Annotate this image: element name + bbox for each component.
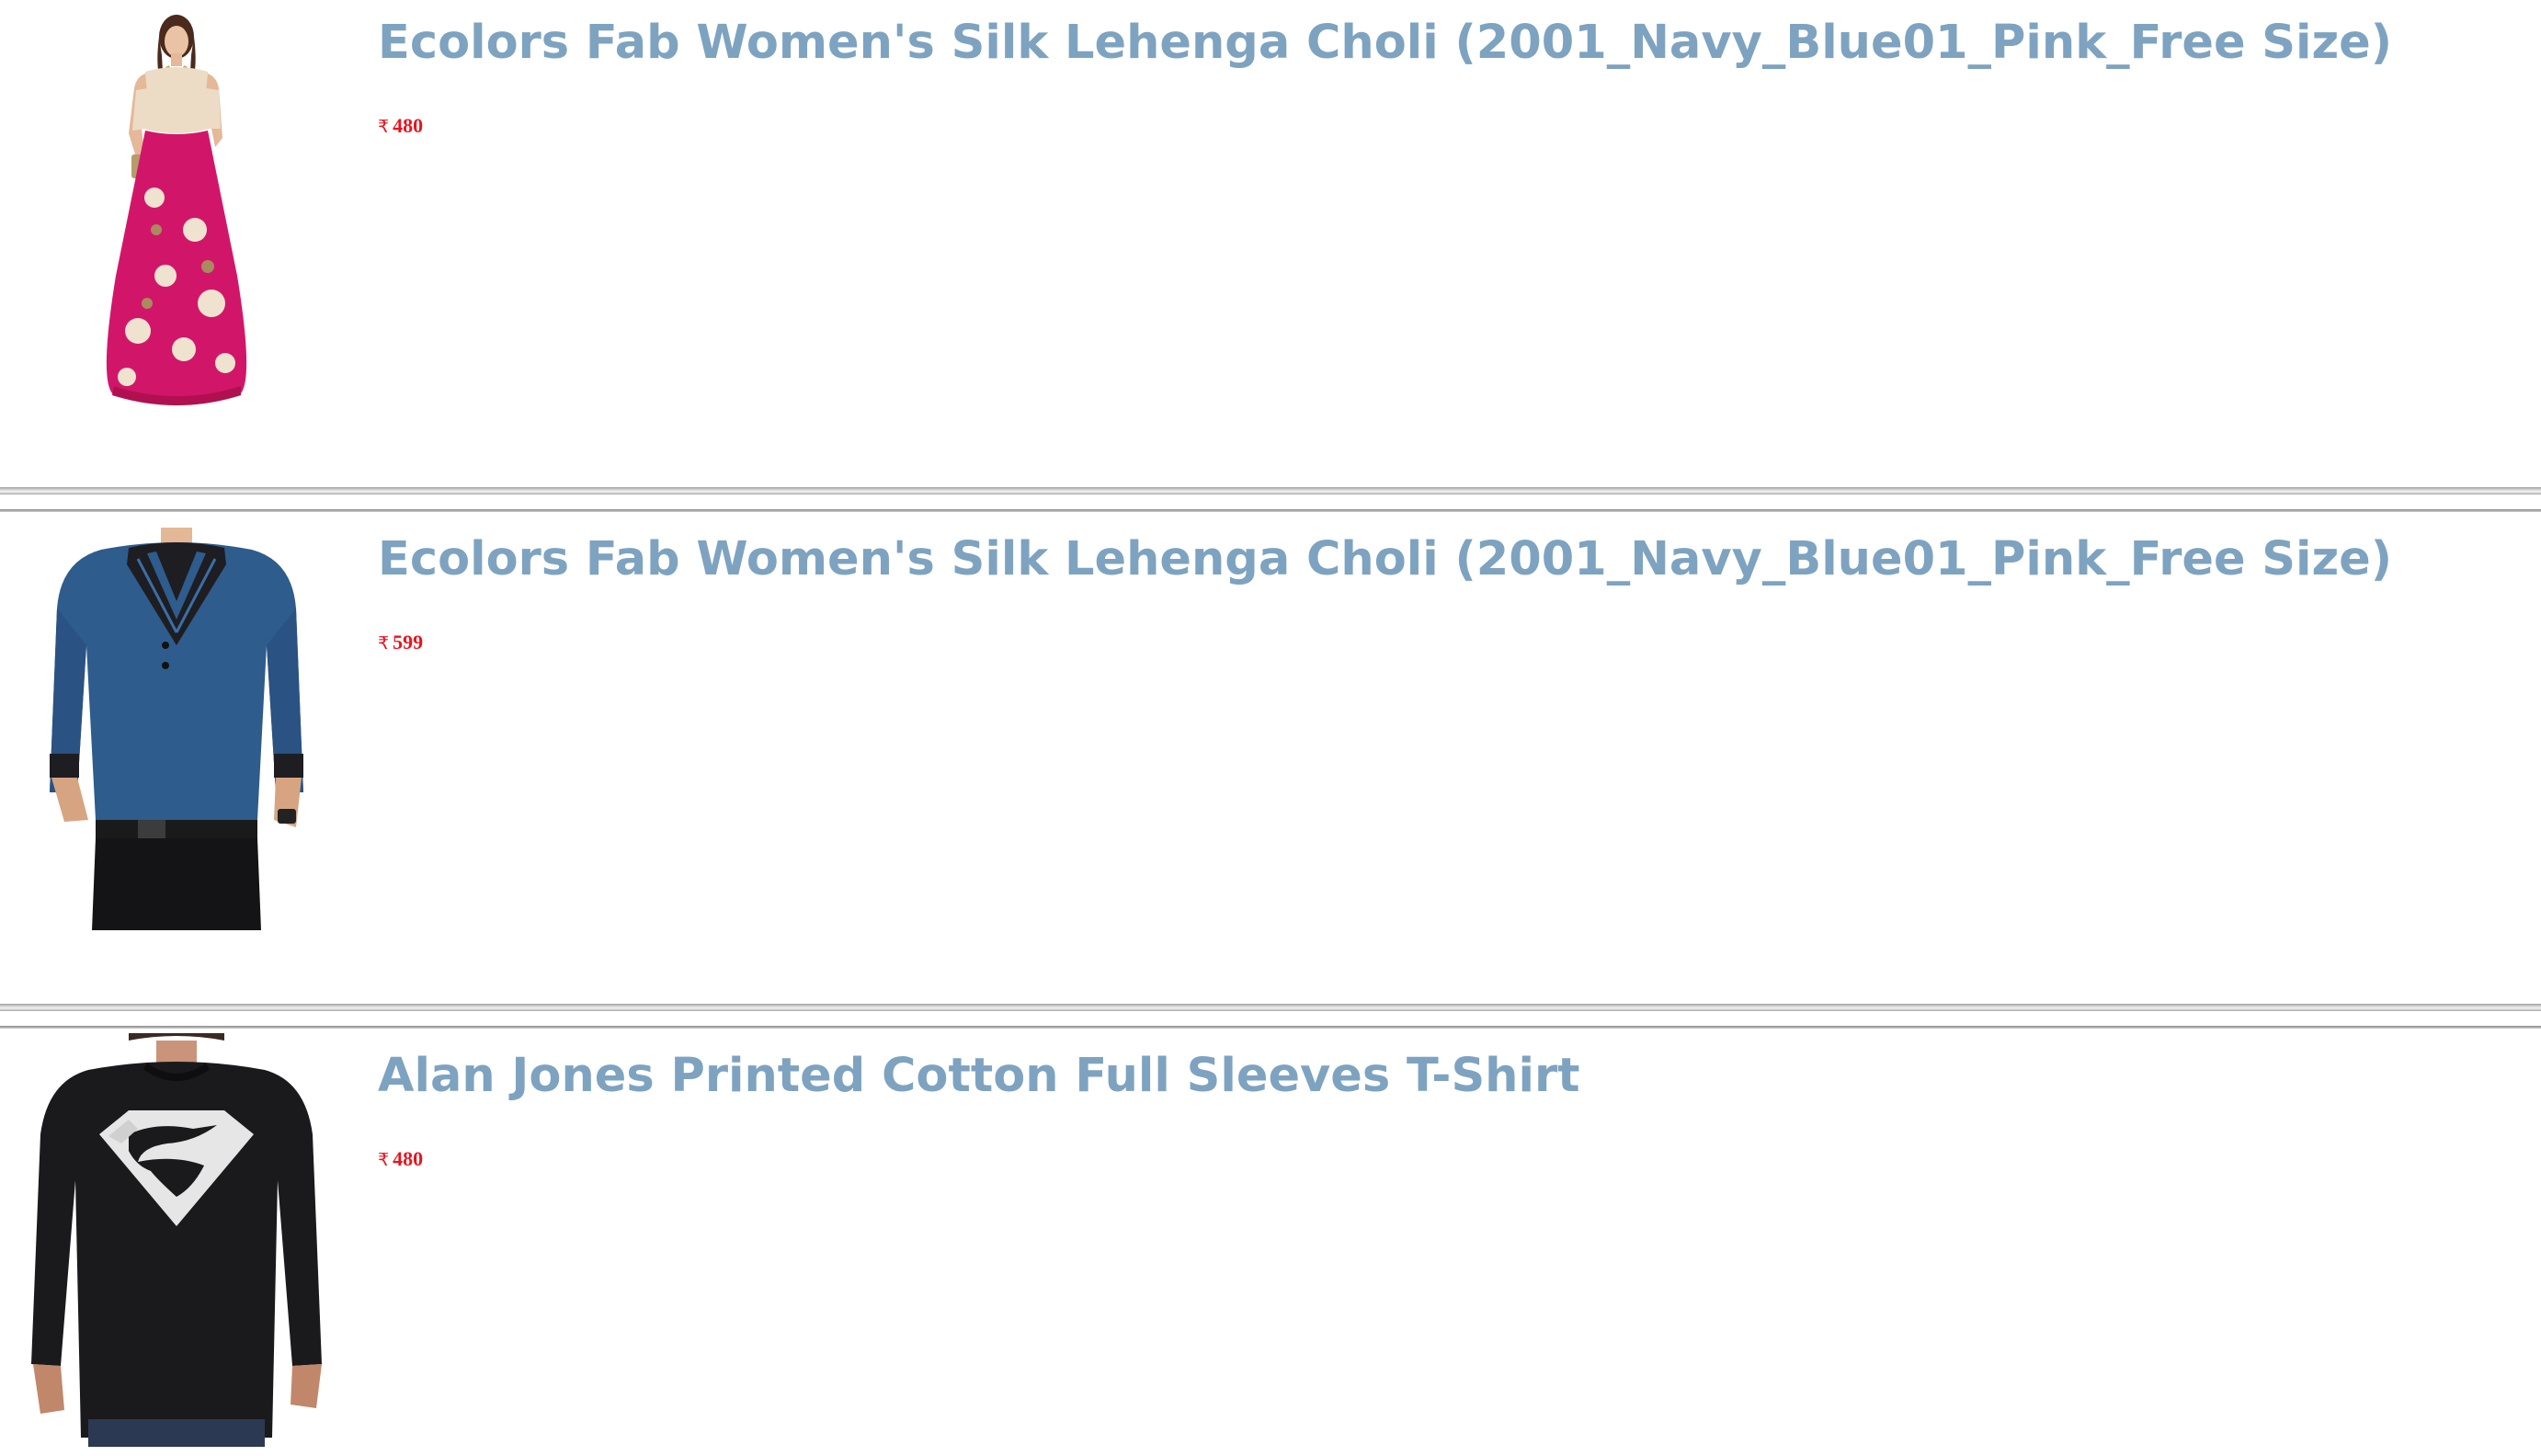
black-superman-tshirt-image	[31, 1033, 322, 1447]
rupee-icon: ₹	[378, 633, 390, 654]
rupee-icon: ₹	[378, 117, 390, 137]
product-price: ₹480	[378, 1145, 423, 1174]
blue-shawl-collar-tshirt-image	[50, 528, 303, 930]
product-title-link[interactable]: Ecolors Fab Women's Silk Lehenga Choli (…	[378, 11, 2392, 75]
rupee-icon: ₹	[378, 1150, 390, 1170]
product-title-link[interactable]: Alan Jones Printed Cotton Full Sleeves T…	[378, 1044, 1580, 1109]
product-divider	[0, 487, 2541, 513]
divider-rule	[0, 509, 2541, 512]
lehenga-choli-image	[106, 15, 247, 405]
divider-rule	[0, 487, 2541, 495]
product-image[interactable]	[0, 1033, 349, 1447]
divider-rule	[0, 1026, 2541, 1029]
product-image[interactable]	[0, 517, 349, 930]
product-price: ₹599	[378, 629, 423, 657]
product-image[interactable]	[0, 0, 349, 414]
price-value: 480	[393, 1147, 424, 1170]
product-divider	[0, 1004, 2541, 1029]
divider-rule	[0, 1004, 2541, 1011]
price-value: 480	[393, 114, 424, 137]
price-value: 599	[393, 631, 424, 654]
product-title-link[interactable]: Ecolors Fab Women's Silk Lehenga Choli (…	[378, 528, 2392, 592]
product-price: ₹480	[378, 112, 423, 141]
